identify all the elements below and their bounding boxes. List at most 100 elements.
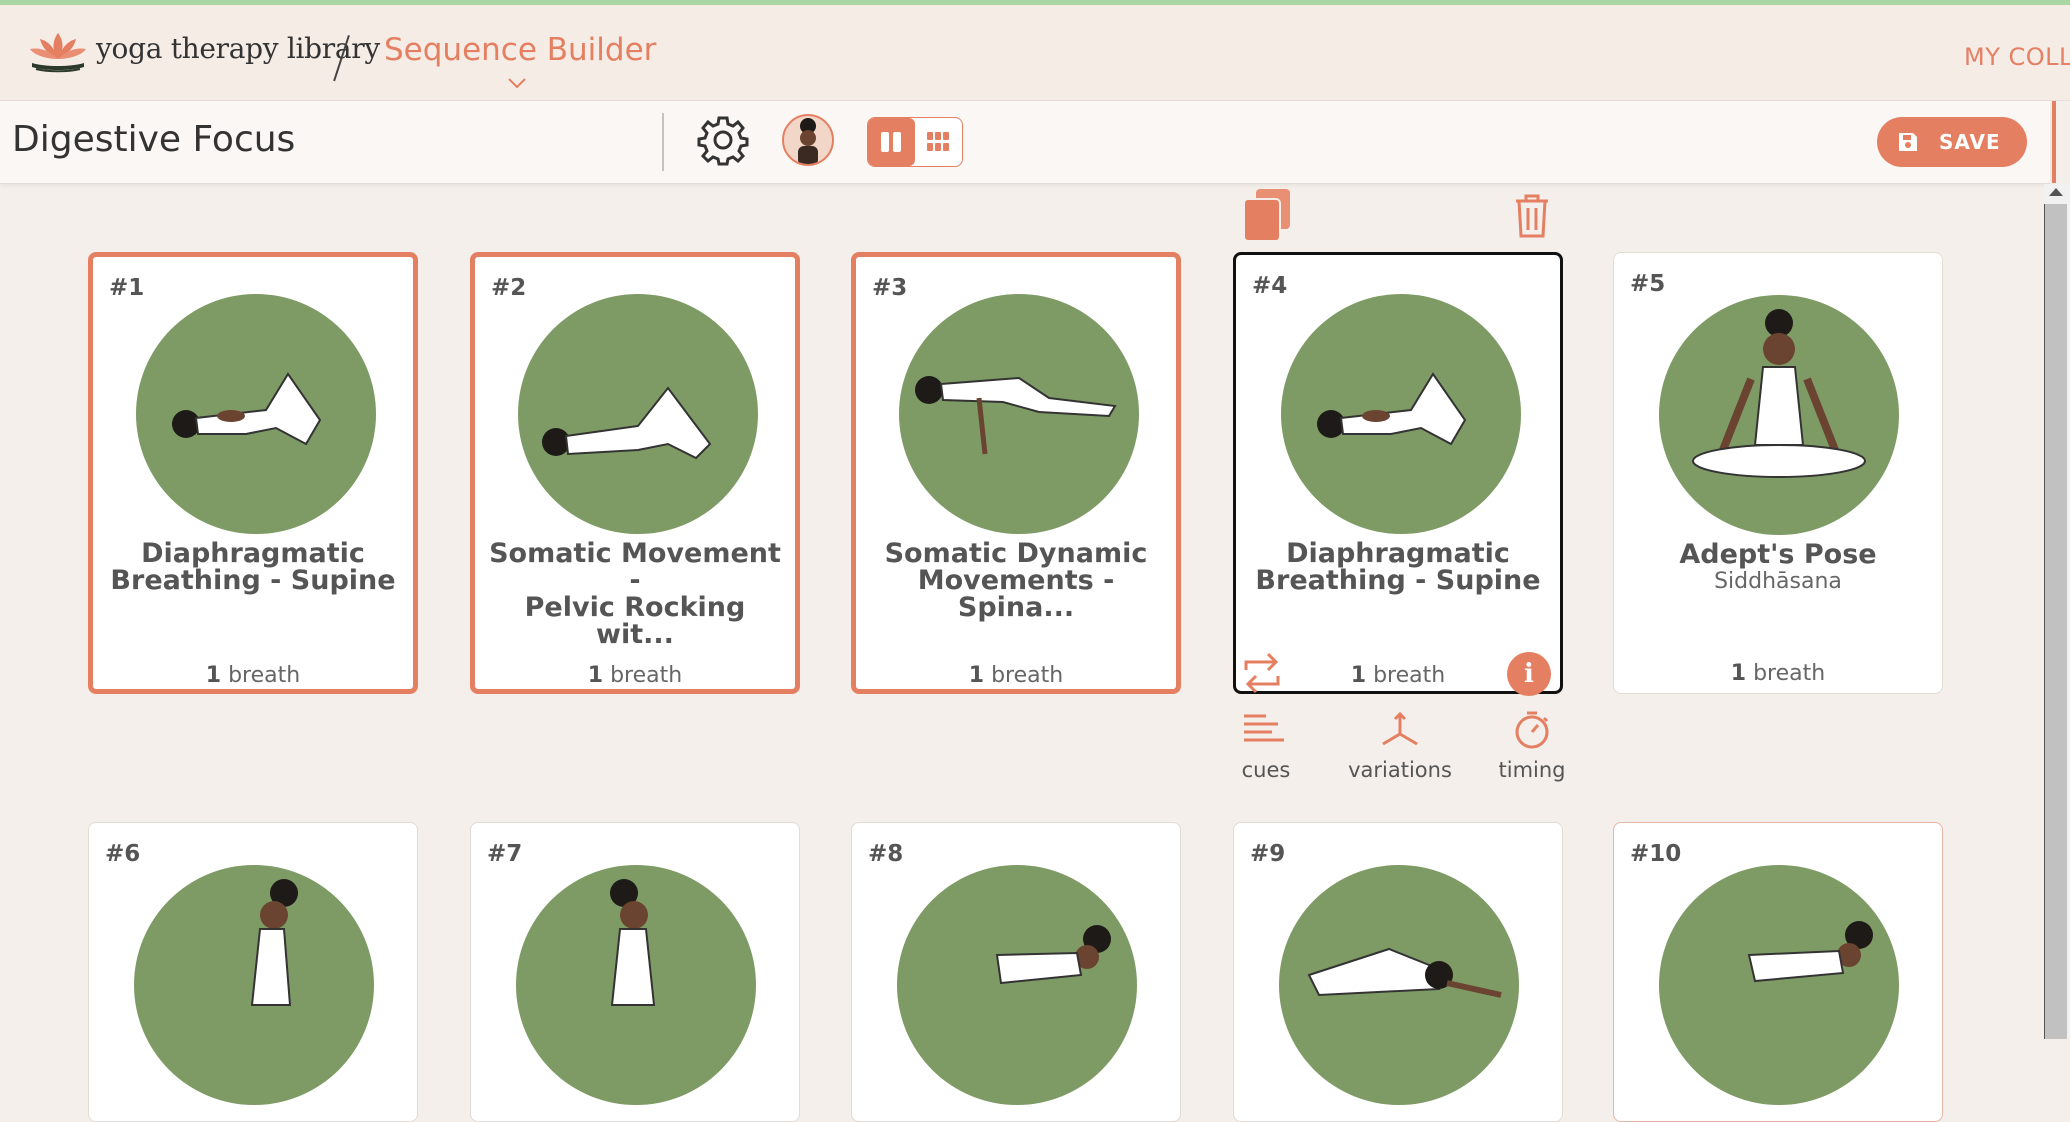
childs-pose-figure-icon (1307, 947, 1502, 998)
sequence-toolbar: Digestive Focus (0, 101, 2050, 184)
large-grid-icon (881, 132, 901, 152)
pose-name: Diaphragmatic Breathing - Supine (1246, 540, 1550, 594)
view-toggle[interactable] (867, 117, 963, 167)
pose-number: #9 (1250, 841, 1286, 867)
info-button[interactable]: i (1507, 652, 1551, 696)
pose-image (897, 865, 1137, 1105)
supine-breathing-figure-icon (172, 372, 322, 446)
seated-figure-icon (250, 879, 298, 1006)
lotus-logo-icon[interactable] (26, 29, 90, 75)
duration-value: 1 (968, 663, 985, 688)
pose-card[interactable]: #2 Somatic Movement - Pelvic Rocking wit… (470, 252, 800, 694)
tabletop-figure-icon (995, 925, 1111, 985)
replace-icon[interactable] (1240, 650, 1284, 696)
timing-option-label[interactable]: timing (1482, 758, 1582, 782)
toolbar-edge-accent (2052, 101, 2056, 183)
duration-value: 1 (587, 663, 604, 688)
pose-image (1659, 865, 1899, 1105)
pose-image (1659, 295, 1899, 535)
my-collections-link[interactable]: MY COLL (1964, 43, 2070, 71)
pose-card[interactable]: #9 (1233, 822, 1563, 1122)
pose-name: Somatic Movement - Pelvic Rocking wit... (485, 540, 785, 648)
pose-card[interactable]: #5 Adept's Pose Siddhāsana 1 breath (1613, 252, 1943, 694)
pose-duration: 1 breath (856, 663, 1176, 688)
pose-number: #6 (105, 841, 141, 867)
pose-number: #3 (872, 275, 908, 301)
pose-duration: 1 breath (475, 663, 795, 688)
pelvic-rocking-figure-icon (542, 386, 712, 460)
pose-image (899, 294, 1139, 534)
duration-value: 1 (1730, 661, 1747, 686)
trash-icon[interactable] (1512, 192, 1552, 240)
pose-name-line: Pelvic Rocking wit... (524, 592, 746, 650)
pose-card[interactable]: #3 Somatic Dynamic Movements - Spina... … (851, 252, 1181, 694)
pose-card[interactable]: #10 (1613, 822, 1943, 1122)
supine-breathing-figure-icon (1317, 372, 1467, 446)
cues-option-label[interactable]: cues (1226, 758, 1306, 782)
pose-card[interactable]: #8 (851, 822, 1181, 1122)
pose-name-line: Breathing - Supine (1255, 565, 1541, 596)
duration-value: 1 (1350, 663, 1367, 688)
pose-name: Diaphragmatic Breathing - Supine (103, 540, 403, 594)
adepts-pose-figure-icon (1692, 309, 1866, 478)
pose-number: #7 (487, 841, 523, 867)
save-label: SAVE (1939, 130, 2001, 154)
avatar-figure-icon (798, 118, 818, 164)
pose-image (1281, 294, 1521, 534)
pose-number: #5 (1630, 271, 1666, 297)
brand-name[interactable]: yoga therapy library (96, 32, 380, 65)
view-toggle-large[interactable] (868, 118, 915, 166)
pose-duration: 1 breath (1614, 661, 1942, 686)
scroll-up-arrow-icon[interactable] (2049, 188, 2063, 196)
sequence-name-field[interactable]: Digestive Focus (12, 119, 295, 160)
variations-icon[interactable] (1377, 710, 1423, 750)
small-grid-icon[interactable] (915, 118, 962, 166)
chevron-down-icon[interactable] (507, 77, 527, 89)
pose-duration: 1 breath (93, 663, 413, 688)
pose-name-line: Diaphragmatic (1286, 538, 1510, 569)
gear-icon[interactable] (697, 114, 749, 166)
pose-number: #10 (1630, 841, 1682, 867)
pose-number: #2 (491, 275, 527, 301)
seated-figure-icon (610, 879, 656, 1006)
duration-unit: breath (1373, 663, 1446, 688)
pose-card[interactable]: #7 (470, 822, 800, 1122)
pose-card[interactable]: #1 Diaphragmatic Breathing - Supine 1 br… (88, 252, 418, 694)
pose-name-line: Diaphragmatic (141, 538, 365, 569)
save-icon (1899, 133, 1917, 151)
app-header: yoga therapy library Sequence Builder MY… (0, 5, 2070, 101)
duration-value: 1 (205, 663, 222, 688)
pose-name-line: Somatic Movement - (489, 538, 781, 596)
spinal-twist-figure-icon (915, 376, 1117, 455)
pose-name-line: Movements - Spina... (917, 565, 1115, 623)
pose-image (136, 294, 376, 534)
pose-card[interactable]: #6 (88, 822, 418, 1122)
timer-icon[interactable] (1512, 710, 1552, 750)
pose-number: #4 (1252, 273, 1288, 299)
tabletop-figure-icon (1747, 921, 1873, 983)
pose-name-line: Adept's Pose (1679, 539, 1877, 570)
avatar[interactable] (782, 114, 834, 166)
pose-image (518, 294, 758, 534)
pose-name-line: Somatic Dynamic (884, 538, 1148, 569)
pose-image (134, 865, 374, 1105)
scrollbar-thumb[interactable] (2044, 204, 2067, 1039)
duration-unit: breath (991, 663, 1064, 688)
duration-unit: breath (610, 663, 683, 688)
pose-name: Adept's Pose (1624, 541, 1932, 568)
duration-unit: breath (228, 663, 301, 688)
toolbar-divider (662, 113, 664, 171)
page-title[interactable]: Sequence Builder (384, 32, 656, 68)
variations-option-label[interactable]: variations (1340, 758, 1460, 782)
pose-image (516, 865, 756, 1105)
pose-card-selected[interactable]: #4 Diaphragmatic Breathing - Supine 1 br… (1233, 252, 1563, 694)
pose-image (1279, 865, 1519, 1105)
cues-icon[interactable] (1242, 712, 1286, 748)
pose-number: #1 (109, 275, 145, 301)
duplicate-icon[interactable] (1242, 187, 1294, 243)
duration-unit: breath (1753, 661, 1826, 686)
pose-name-line: Breathing - Supine (110, 565, 396, 596)
save-button[interactable]: SAVE (1877, 117, 2027, 167)
pose-sanskrit-name: Siddhāsana (1714, 569, 1842, 594)
pose-number: #8 (868, 841, 904, 867)
